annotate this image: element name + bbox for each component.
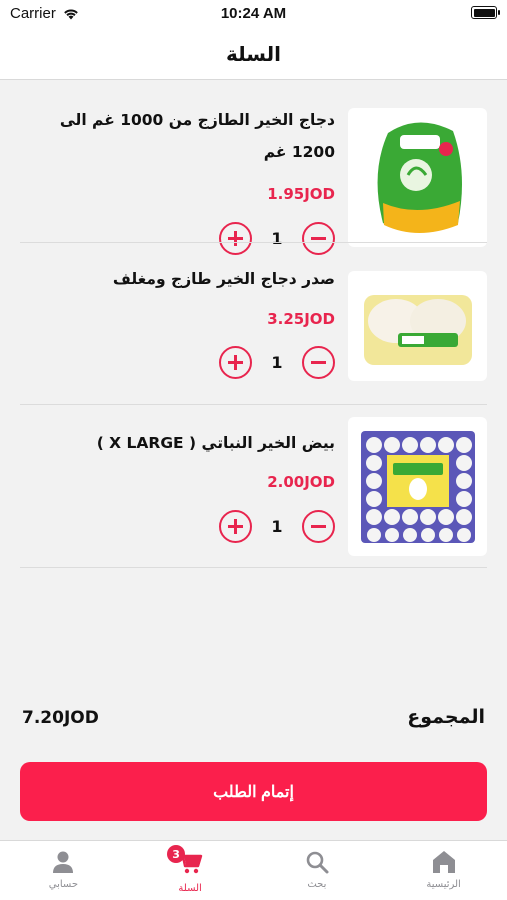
chicken-breast-image[interactable] <box>348 271 487 381</box>
checkout-button[interactable]: إتمام الطلب <box>20 762 487 821</box>
decrease-quantity-button[interactable] <box>302 346 335 379</box>
nav-bar: السلة <box>0 28 507 80</box>
tab-account[interactable]: حسابي <box>0 841 127 900</box>
tab-label: الرئيسية <box>426 879 461 890</box>
tab-bar: حسابي 3 السلة بحث الرئيسية <box>0 840 507 900</box>
tab-cart[interactable]: 3 السلة <box>127 841 254 900</box>
status-time: 10:24 AM <box>220 5 287 22</box>
cart-list: دجاج الخير الطازج من 1000 غم الى 1200 غم… <box>0 80 507 568</box>
increase-quantity-button[interactable] <box>219 346 252 379</box>
tab-label: السلة <box>178 883 202 894</box>
item-name: دجاج الخير الطازج من 1000 غم الى 1200 غم <box>59 111 335 161</box>
cart-item: دجاج الخير الطازج من 1000 غم الى 1200 غم… <box>0 80 507 255</box>
tab-home[interactable]: الرئيسية <box>380 841 507 900</box>
total-row: 7.20JOD المجموع <box>22 706 485 736</box>
tab-label: حسابي <box>48 879 79 890</box>
item-price: 1.95JOD <box>267 185 335 203</box>
item-price: 3.25JOD <box>267 310 335 328</box>
status-bar: Carrier 10:24 AM <box>0 0 507 28</box>
cart-count-badge: 3 <box>167 845 186 863</box>
tab-label: بحث <box>307 879 327 890</box>
decrease-quantity-button[interactable] <box>302 510 335 543</box>
search-icon <box>306 851 329 874</box>
quantity-value: 1 <box>271 353 283 372</box>
person-icon <box>53 851 74 873</box>
divider <box>20 567 487 568</box>
whole-chicken-image[interactable] <box>348 108 487 247</box>
battery-icon <box>471 6 500 19</box>
egg-tray-image[interactable] <box>348 417 487 556</box>
tab-search[interactable]: بحث <box>254 841 381 900</box>
total-label: المجموع <box>407 706 485 728</box>
item-name: بيض الخير النباتي ( X LARGE ) <box>96 434 335 452</box>
item-price: 2.00JOD <box>267 473 335 491</box>
quantity-stepper: 1 <box>219 346 335 379</box>
home-icon <box>432 851 455 873</box>
total-value: 7.20JOD <box>22 708 99 728</box>
increase-quantity-button[interactable] <box>219 510 252 543</box>
quantity-stepper: 1 <box>219 510 335 543</box>
cart-item: بيض الخير النباتي ( X LARGE ) 2.00JOD 1 <box>0 405 507 568</box>
page-title: السلة <box>225 41 281 66</box>
cart-item: صدر دجاج الخير طازج ومغلف 3.25JOD 1 <box>0 243 507 405</box>
quantity-value: 1 <box>271 517 283 536</box>
item-name: صدر دجاج الخير طازج ومغلف <box>112 270 335 288</box>
